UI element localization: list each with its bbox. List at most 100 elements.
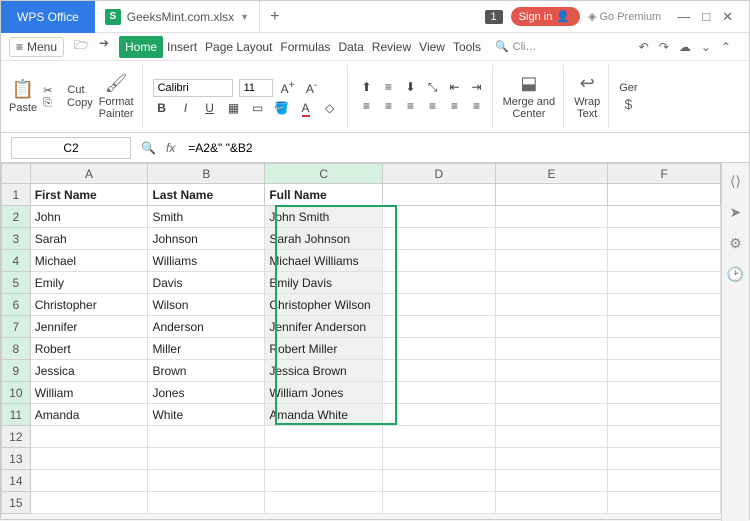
col-header-C[interactable]: C: [265, 164, 383, 184]
cell-C5[interactable]: Emily Davis: [265, 272, 383, 294]
cell-A7[interactable]: Jennifer: [30, 316, 148, 338]
cell-D12[interactable]: [383, 426, 496, 448]
row-header-4[interactable]: 4: [2, 250, 31, 272]
cell-E12[interactable]: [495, 426, 608, 448]
cell-E11[interactable]: [495, 404, 608, 426]
copy-button[interactable]: ⎘ Copy: [43, 97, 93, 110]
cell-E8[interactable]: [495, 338, 608, 360]
cell-A8[interactable]: Robert: [30, 338, 148, 360]
cell-F10[interactable]: [608, 382, 721, 404]
cell-A5[interactable]: Emily: [30, 272, 148, 294]
cell-D15[interactable]: [383, 492, 496, 514]
cell-A4[interactable]: Michael: [30, 250, 148, 272]
cell-A12[interactable]: [30, 426, 148, 448]
distribute-v-button[interactable]: ≡: [468, 99, 486, 113]
cell-B12[interactable]: [148, 426, 265, 448]
cell-C11[interactable]: Amanda White: [265, 404, 383, 426]
name-box[interactable]: [11, 137, 131, 159]
cell-F5[interactable]: [608, 272, 721, 294]
history-icon[interactable]: 🕑: [727, 266, 744, 283]
search-box[interactable]: 🔍 Cli…: [495, 40, 537, 53]
redo-icon[interactable]: ↷: [659, 40, 669, 54]
cell-F6[interactable]: [608, 294, 721, 316]
cell-E9[interactable]: [495, 360, 608, 382]
align-top-button[interactable]: ⬆: [358, 80, 376, 95]
cell-F3[interactable]: [608, 228, 721, 250]
close-button[interactable]: ✕: [722, 9, 733, 25]
row-header-6[interactable]: 6: [2, 294, 31, 316]
cell-A3[interactable]: Sarah: [30, 228, 148, 250]
cell-B10[interactable]: Jones: [148, 382, 265, 404]
open-folder-icon[interactable]: 🗁: [74, 36, 89, 57]
orientation-button[interactable]: ⤡: [424, 80, 442, 95]
row-header-2[interactable]: 2: [2, 206, 31, 228]
wrap-text-button[interactable]: ↩ Wrap Text: [574, 73, 600, 120]
col-header-D[interactable]: D: [383, 164, 496, 184]
row-header-7[interactable]: 7: [2, 316, 31, 338]
cell-C8[interactable]: Robert Miller: [265, 338, 383, 360]
col-header-E[interactable]: E: [495, 164, 608, 184]
cell-A1[interactable]: First Name: [30, 184, 148, 206]
cell-B15[interactable]: [148, 492, 265, 514]
row-header-3[interactable]: 3: [2, 228, 31, 250]
cell-D3[interactable]: [383, 228, 496, 250]
col-header-F[interactable]: F: [608, 164, 721, 184]
clear-format-button[interactable]: ◇: [321, 101, 339, 115]
cell-E13[interactable]: [495, 448, 608, 470]
col-header-B[interactable]: B: [148, 164, 265, 184]
merge-center-button[interactable]: ⬓ Merge and Center: [503, 73, 556, 120]
row-header-9[interactable]: 9: [2, 360, 31, 382]
cell-F9[interactable]: [608, 360, 721, 382]
save-icon[interactable]: ➔: [99, 36, 109, 57]
distribute-h-button[interactable]: ≡: [446, 99, 464, 113]
select-all-corner[interactable]: [2, 164, 31, 184]
cell-B13[interactable]: [148, 448, 265, 470]
cell-F13[interactable]: [608, 448, 721, 470]
tab-home[interactable]: Home: [119, 36, 163, 58]
cell-A11[interactable]: Amanda: [30, 404, 148, 426]
zoom-icon[interactable]: 🔍: [141, 141, 156, 155]
cell-A6[interactable]: Christopher: [30, 294, 148, 316]
italic-button[interactable]: I: [177, 101, 195, 115]
cell-B4[interactable]: Williams: [148, 250, 265, 272]
row-header-5[interactable]: 5: [2, 272, 31, 294]
undo-icon[interactable]: ↶: [639, 40, 649, 54]
justify-button[interactable]: ≡: [424, 99, 442, 113]
cell-A10[interactable]: William: [30, 382, 148, 404]
cell-D5[interactable]: [383, 272, 496, 294]
cell-E2[interactable]: [495, 206, 608, 228]
cell-B1[interactable]: Last Name: [148, 184, 265, 206]
cell-E3[interactable]: [495, 228, 608, 250]
font-select[interactable]: [153, 79, 233, 97]
row-header-8[interactable]: 8: [2, 338, 31, 360]
cell-D2[interactable]: [383, 206, 496, 228]
decrease-indent-button[interactable]: ⇤: [446, 80, 464, 95]
align-middle-button[interactable]: ≡: [380, 80, 398, 95]
row-header-12[interactable]: 12: [2, 426, 31, 448]
cell-E6[interactable]: [495, 294, 608, 316]
cell-C9[interactable]: Jessica Brown: [265, 360, 383, 382]
row-header-10[interactable]: 10: [2, 382, 31, 404]
decrease-font-button[interactable]: A-: [303, 80, 321, 96]
cell-C15[interactable]: [265, 492, 383, 514]
cell-C2[interactable]: John Smith: [265, 206, 383, 228]
collapse-ribbon-icon[interactable]: ⌃: [721, 40, 731, 54]
col-header-A[interactable]: A: [30, 164, 148, 184]
chevron-down-icon[interactable]: ▼: [240, 12, 249, 22]
chevron-down-icon[interactable]: ⌄: [701, 40, 711, 54]
align-right-button[interactable]: ≡: [402, 99, 420, 113]
cell-B11[interactable]: White: [148, 404, 265, 426]
cell-D8[interactable]: [383, 338, 496, 360]
cell-C12[interactable]: [265, 426, 383, 448]
settings-icon[interactable]: ⚙: [729, 235, 742, 252]
cell-F14[interactable]: [608, 470, 721, 492]
cell-C6[interactable]: Christopher Wilson: [265, 294, 383, 316]
cursor-icon[interactable]: ➤: [730, 204, 742, 221]
cell-C7[interactable]: Jennifer Anderson: [265, 316, 383, 338]
cell-E14[interactable]: [495, 470, 608, 492]
general-format-button[interactable]: Ger $: [619, 82, 637, 112]
cell-B8[interactable]: Miller: [148, 338, 265, 360]
cell-C10[interactable]: William Jones: [265, 382, 383, 404]
cell-D4[interactable]: [383, 250, 496, 272]
cell-E10[interactable]: [495, 382, 608, 404]
